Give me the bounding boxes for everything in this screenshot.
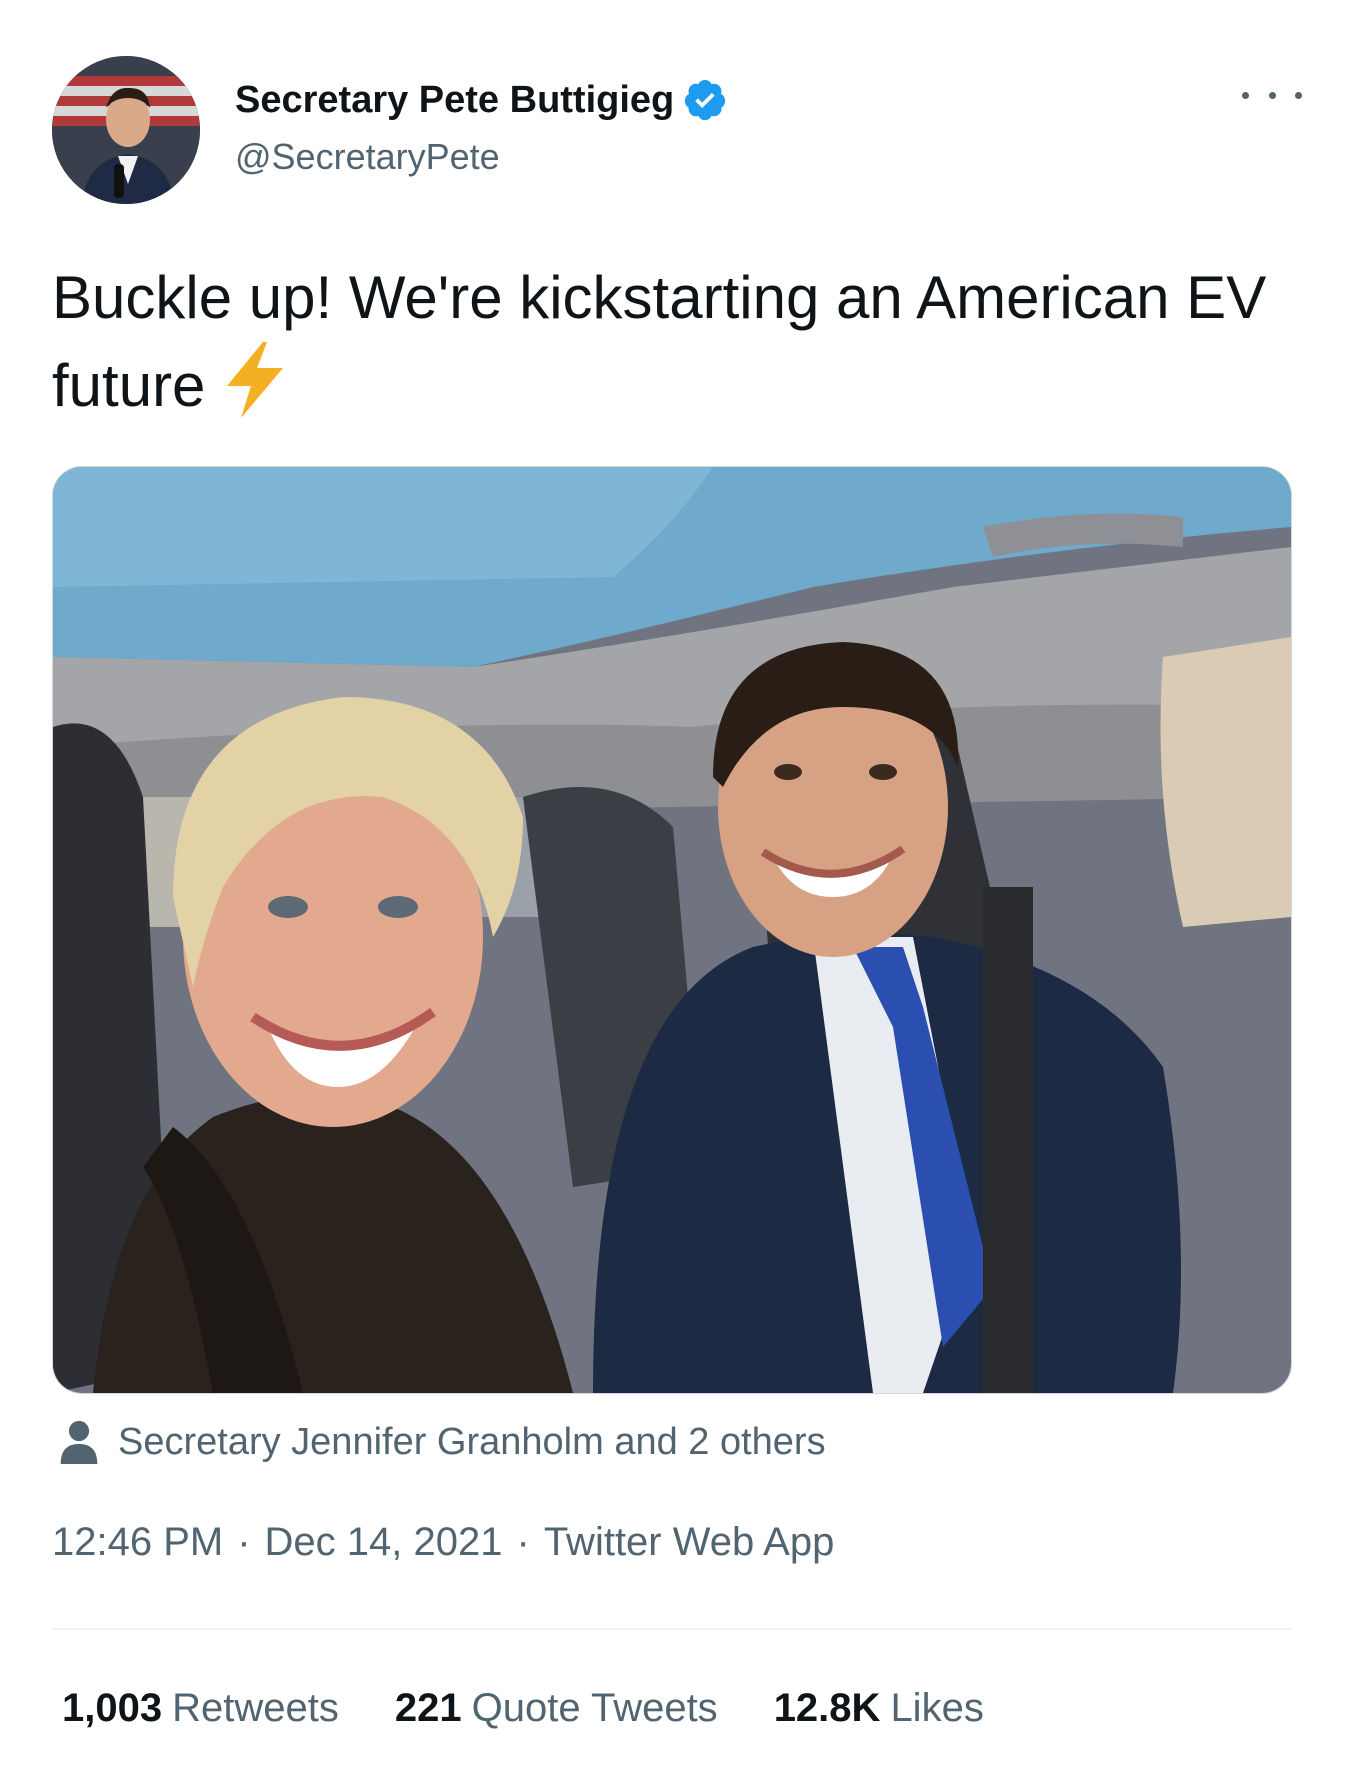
tagged-people-text: Secretary Jennifer Granholm and 2 others: [118, 1420, 826, 1463]
author-handle[interactable]: @SecretaryPete: [235, 136, 728, 178]
tweet-stats: 1,003 Retweets 221 Quote Tweets 12.8K Likes: [62, 1686, 1040, 1731]
quote-tweets-count: 221: [394, 1686, 462, 1730]
tweet-time[interactable]: 12:46 PM: [52, 1520, 223, 1565]
quote-tweets-stat[interactable]: 221 Quote Tweets: [395, 1686, 718, 1731]
avatar[interactable]: [52, 56, 200, 204]
tweet-header: Secretary Pete Buttigieg @SecretaryPete: [52, 56, 1302, 206]
tweet-text: Buckle up! We're kickstarting an America…: [52, 256, 1292, 428]
display-name[interactable]: Secretary Pete Buttigieg: [235, 79, 674, 122]
tagged-people[interactable]: Secretary Jennifer Granholm and 2 others: [60, 1416, 826, 1468]
tweet-timestamp: 12:46 PM · Dec 14, 2021 · Twitter Web Ap…: [52, 1520, 834, 1565]
tweet-date[interactable]: Dec 14, 2021: [265, 1520, 503, 1565]
tweet-photo[interactable]: [52, 466, 1292, 1394]
more-dot: [1295, 91, 1302, 99]
separator: ·: [516, 1520, 530, 1564]
person-icon: [60, 1420, 98, 1464]
retweets-label: Retweets: [172, 1686, 339, 1730]
verified-badge-icon: [685, 79, 726, 121]
tweet-card: Secretary Pete Buttigieg @SecretaryPete …: [0, 0, 1350, 1777]
more-dot: [1242, 91, 1249, 99]
separator: ·: [237, 1520, 251, 1564]
divider: [52, 1628, 1292, 1630]
retweets-stat[interactable]: 1,003 Retweets: [62, 1686, 339, 1731]
tweet-source[interactable]: Twitter Web App: [544, 1520, 835, 1565]
likes-count: 12.8K: [773, 1686, 881, 1730]
author-info: Secretary Pete Buttigieg @SecretaryPete: [235, 72, 728, 178]
likes-label: Likes: [890, 1686, 984, 1730]
quote-tweets-label: Quote Tweets: [471, 1686, 718, 1730]
more-options-icon[interactable]: [1242, 80, 1302, 110]
likes-stat[interactable]: 12.8K Likes: [774, 1686, 984, 1731]
high-voltage-icon: [227, 342, 284, 418]
more-dot: [1268, 91, 1276, 99]
retweets-count: 1,003: [62, 1686, 163, 1730]
car-selfie-photo: [53, 467, 1291, 1393]
display-name-row: Secretary Pete Buttigieg: [235, 72, 728, 128]
